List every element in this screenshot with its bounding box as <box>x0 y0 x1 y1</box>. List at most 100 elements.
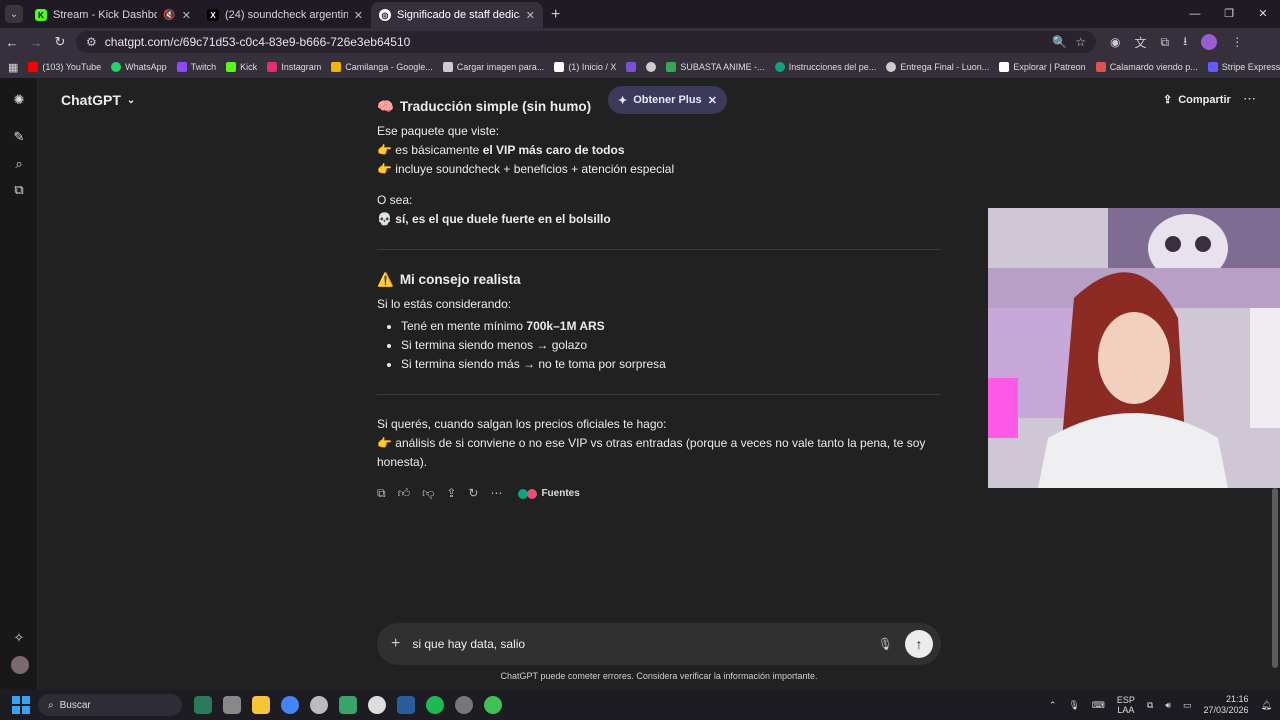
translate-icon[interactable]: 文 <box>1134 34 1146 51</box>
language-indicator[interactable]: ESP LAA <box>1117 695 1135 715</box>
bookmark-x[interactable]: (1) Inicio / X <box>554 62 616 72</box>
bookmark-subasta-anime[interactable]: SUBASTA ANIME -... <box>666 62 765 72</box>
forward-icon[interactable]: → <box>24 35 48 50</box>
thumbs-up-icon[interactable]: 👍︎ <box>398 484 411 503</box>
send-button[interactable]: ↑ <box>905 630 933 658</box>
bookmark-instrucciones[interactable]: Instrucciones del pe... <box>774 62 876 72</box>
openai-logo-icon[interactable]: ✺ <box>11 92 27 108</box>
omnibox[interactable]: ⚙ chatgpt.com/c/69c71d53-c0c4-83e9-b666-… <box>76 31 1096 53</box>
list-item: Si termina siendo menos → golazo <box>401 336 941 355</box>
message-composer[interactable]: + si que hay data, salio 🎙︎ ↑ <box>377 623 941 665</box>
bookmark-kick[interactable]: Kick <box>226 62 257 72</box>
tab-x-search[interactable]: X (24) soundcheck argentina - Bu ✕ <box>199 2 371 28</box>
heading-text: Mi consejo realista <box>399 272 521 287</box>
chatgpt-icon: ◎ <box>379 9 391 21</box>
bookmark-youtube[interactable]: (103) YouTube <box>28 62 101 72</box>
scrollbar[interactable] <box>1272 88 1278 678</box>
task-view-icon[interactable] <box>223 696 241 714</box>
bookmark-cargar-imagen[interactable]: Cargar imagen para... <box>442 62 544 72</box>
prompt-input[interactable]: si que hay data, salio <box>412 637 865 651</box>
bookmark-calamardo[interactable]: Calamardo viendo p... <box>1095 62 1198 72</box>
microphone-icon[interactable]: 🎙︎ <box>1068 700 1079 711</box>
regenerate-icon[interactable]: ↻ <box>468 484 478 503</box>
zoom-icon[interactable]: 🔍 <box>1052 35 1067 49</box>
bookmarks-bar: ▦ (103) YouTube WhatsApp Twitch Kick Ins… <box>0 56 1280 78</box>
tab-chatgpt[interactable]: ◎ Significado de staff dedicado ✕ <box>371 2 543 28</box>
minimize-icon[interactable]: — <box>1178 0 1212 28</box>
source-favicon-icon <box>527 488 538 499</box>
network-icon[interactable]: ⧉ <box>1147 700 1153 711</box>
reload-icon[interactable]: ↻ <box>48 34 72 50</box>
assistant-message: 🧠 Traducción simple (sin humo) Ese paque… <box>377 97 941 503</box>
profile-avatar[interactable] <box>1201 34 1218 50</box>
scrollbar-thumb[interactable] <box>1272 488 1278 668</box>
library-icon[interactable]: ⧉ <box>11 182 27 198</box>
bookmark-whatsapp[interactable]: WhatsApp <box>111 62 167 72</box>
obs-icon[interactable] <box>368 696 386 714</box>
mute-icon[interactable]: 🔇 <box>163 10 175 21</box>
extension-icon[interactable]: ◉ <box>1110 35 1120 49</box>
app-icon[interactable] <box>339 696 357 714</box>
sources-button[interactable]: Fuentes <box>518 484 580 503</box>
upgrade-sparkle-icon[interactable]: ✧ <box>11 630 27 646</box>
widget-icon[interactable] <box>194 696 212 714</box>
bookmark-purple[interactable] <box>626 62 637 72</box>
file-explorer-icon[interactable] <box>252 696 270 714</box>
keyboard-icon[interactable]: ⌨ <box>1092 700 1105 711</box>
chevron-up-icon[interactable]: ⌃ <box>1049 700 1057 711</box>
new-tab-button[interactable]: + <box>551 6 560 24</box>
bookmark-stripe[interactable]: Stripe Express <box>1207 62 1280 72</box>
bookmark-instagram[interactable]: Instagram <box>267 62 321 72</box>
thumbs-down-icon[interactable]: 👎︎ <box>422 484 434 503</box>
app-icon[interactable] <box>484 696 502 714</box>
browser-menu-icon[interactable]: ⋮ <box>1231 35 1243 49</box>
back-icon[interactable]: ← <box>0 35 24 50</box>
volume-icon[interactable]: 🔊︎ <box>1165 700 1171 711</box>
close-tab-icon[interactable]: ✕ <box>526 9 535 22</box>
more-options-icon[interactable]: ⋯ <box>1243 91 1256 107</box>
battery-icon[interactable]: ▭ <box>1183 700 1192 711</box>
url-text[interactable]: chatgpt.com/c/69c71d53-c0c4-83e9-b666-72… <box>105 35 1045 49</box>
microphone-icon[interactable]: 🎙︎ <box>878 637 893 651</box>
tab-search-button[interactable]: ⌄ <box>5 5 23 23</box>
share-button[interactable]: ⇪ Compartir <box>1163 93 1231 107</box>
new-chat-icon[interactable]: ✎ <box>11 129 27 145</box>
notification-icon[interactable]: 🔔︎ <box>1261 700 1272 711</box>
steam-icon[interactable] <box>397 696 415 714</box>
bookmark-star-icon[interactable]: ☆ <box>1075 35 1086 49</box>
line-text: incluye soundcheck + beneficios + atenci… <box>395 162 675 176</box>
bookmark-globe[interactable] <box>646 62 657 72</box>
site-info-icon[interactable]: ⚙ <box>86 35 97 49</box>
download-icon[interactable]: ⭳ <box>1183 32 1187 53</box>
bookmark-patreon[interactable]: Explorar | Patreon <box>999 62 1086 72</box>
app-icon[interactable] <box>455 696 473 714</box>
bookmark-twitch[interactable]: Twitch <box>176 62 216 72</box>
share-icon[interactable]: ⇪ <box>446 484 456 503</box>
bookmark-google-drive[interactable]: Camilanga - Google... <box>331 62 433 72</box>
close-tab-icon[interactable]: ✕ <box>354 9 363 22</box>
close-window-icon[interactable]: ✕ <box>1246 0 1280 28</box>
divider <box>377 249 941 250</box>
spotify-icon[interactable] <box>426 696 444 714</box>
taskbar-search[interactable]: ⌕ Buscar <box>38 694 182 716</box>
apps-grid-icon[interactable]: ▦ <box>8 61 18 74</box>
pointing-line: 👉 es básicamente el VIP más caro de todo… <box>377 141 941 160</box>
bookmark-entrega-final[interactable]: Entrega Final - Luon... <box>886 62 989 72</box>
copy-icon[interactable]: ⧉ <box>377 484 386 503</box>
maximize-icon[interactable]: ❐ <box>1212 0 1246 28</box>
settings-icon[interactable] <box>310 696 328 714</box>
clock[interactable]: 21:16 27/03/2026 <box>1204 694 1249 716</box>
extensions-puzzle-icon[interactable]: ⧉ <box>1161 35 1170 50</box>
tab-kick-dashboard[interactable]: K Stream - Kick Dashboard 🔇 ✕ <box>27 2 199 28</box>
google-drive-icon <box>331 62 342 72</box>
attach-plus-icon[interactable]: + <box>391 635 400 653</box>
chrome-icon[interactable] <box>281 696 299 714</box>
close-tab-icon[interactable]: ✕ <box>182 9 191 22</box>
more-icon[interactable]: ⋯ <box>490 484 502 503</box>
user-avatar[interactable] <box>11 656 29 674</box>
windows-start-icon[interactable] <box>12 696 30 714</box>
bookmark-label: (103) YouTube <box>42 62 102 72</box>
model-picker[interactable]: ChatGPT ⌄ <box>61 92 135 108</box>
search-icon[interactable]: ⌕ <box>11 156 27 172</box>
divider <box>377 394 941 395</box>
